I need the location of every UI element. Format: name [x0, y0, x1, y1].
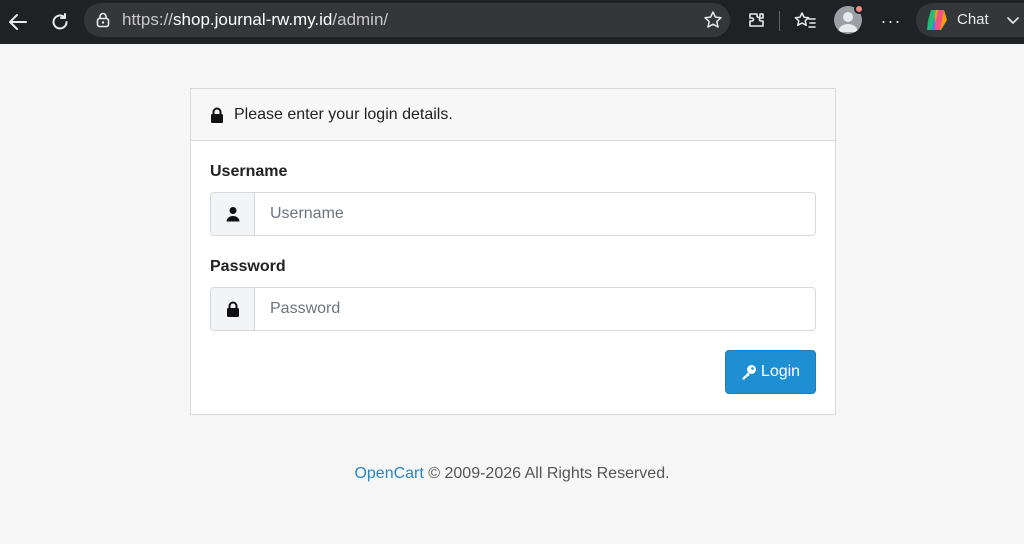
url-path: /admin/ — [332, 10, 389, 29]
url-text: https://shop.journal-rw.my.id/admin/ — [122, 10, 388, 30]
lock-icon — [211, 288, 255, 330]
username-input-group — [210, 192, 816, 236]
browser-toolbar: https://shop.journal-rw.my.id/admin/ ···… — [0, 0, 1024, 44]
copilot-icon — [924, 8, 950, 32]
opencart-link[interactable]: OpenCart — [354, 465, 423, 482]
password-input[interactable] — [256, 288, 815, 330]
profile-notification-dot — [854, 4, 864, 14]
url-host: shop.journal-rw.my.id — [173, 10, 333, 29]
card-header: Please enter your login details. — [191, 89, 835, 141]
page-footer: OpenCart © 2009-2026 All Rights Reserved… — [0, 464, 1024, 484]
username-input[interactable] — [256, 193, 815, 235]
copilot-chat-button[interactable]: Chat — [916, 3, 1024, 37]
user-icon — [211, 193, 255, 235]
login-instructions: Please enter your login details. — [234, 106, 453, 123]
toolbar-separator — [779, 11, 780, 31]
more-options-icon[interactable]: ··· — [878, 8, 904, 34]
site-info-lock-icon[interactable] — [94, 11, 112, 29]
url-scheme: https:// — [122, 10, 174, 29]
copyright-text: © 2009-2026 All Rights Reserved. — [423, 465, 670, 482]
reload-icon[interactable] — [45, 7, 75, 37]
key-icon — [741, 364, 757, 380]
login-button-label: Login — [760, 363, 801, 380]
back-arrow-icon[interactable] — [3, 7, 33, 37]
password-label: Password — [210, 258, 286, 275]
favorites-list-icon[interactable] — [792, 8, 818, 34]
login-card: Please enter your login details. Usernam… — [190, 88, 836, 415]
chevron-down-icon[interactable] — [1006, 13, 1020, 27]
lock-icon — [210, 107, 224, 123]
login-button[interactable]: Login — [725, 350, 816, 394]
username-label: Username — [210, 163, 288, 180]
address-bar[interactable]: https://shop.journal-rw.my.id/admin/ — [84, 3, 730, 37]
chat-label: Chat — [957, 11, 989, 28]
extensions-puzzle-icon[interactable] — [744, 8, 770, 34]
password-input-group — [210, 287, 816, 331]
favorite-star-icon[interactable] — [702, 9, 724, 31]
